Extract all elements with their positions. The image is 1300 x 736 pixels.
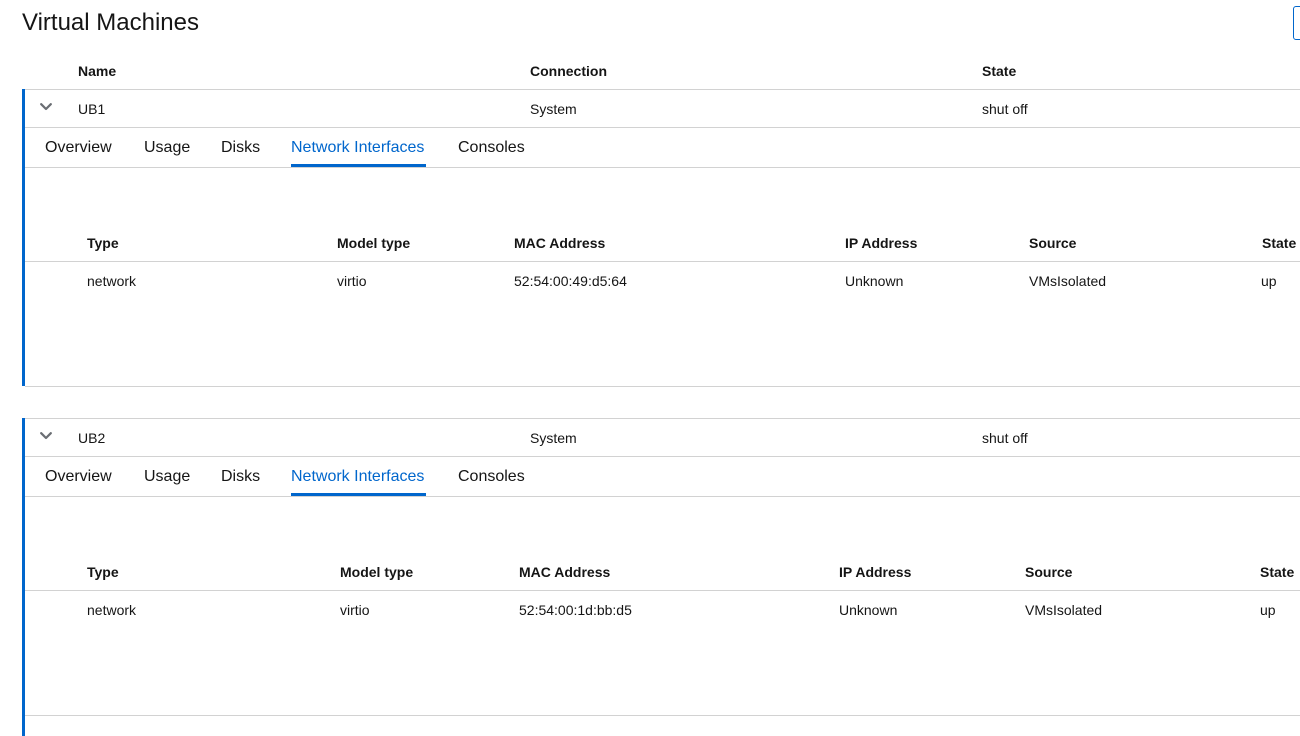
nic-ip-address: Unknown bbox=[839, 602, 898, 618]
page-title: Virtual Machines bbox=[22, 9, 199, 36]
nic-column-ip-address: IP Address bbox=[839, 564, 912, 580]
tab-usage[interactable]: Usage bbox=[144, 468, 190, 486]
nic-state: up bbox=[1261, 273, 1277, 289]
nic-column-model-type: Model type bbox=[340, 564, 414, 580]
tabs-divider bbox=[25, 496, 1300, 497]
row-divider bbox=[25, 715, 1300, 716]
nic-state: up bbox=[1260, 602, 1276, 618]
expanded-row-accent bbox=[22, 89, 25, 386]
nic-header-divider bbox=[25, 261, 1300, 262]
nic-column-type: Type bbox=[87, 235, 119, 251]
tab-network-interfaces[interactable]: Network Interfaces bbox=[291, 468, 424, 486]
column-header-connection[interactable]: Connection bbox=[530, 63, 607, 79]
row-divider bbox=[25, 386, 1300, 387]
vm-name-link[interactable]: UB1 bbox=[78, 101, 105, 117]
tab-usage[interactable]: Usage bbox=[144, 139, 190, 157]
nic-source: VMsIsolated bbox=[1025, 602, 1103, 618]
tab-overview[interactable]: Overview bbox=[45, 139, 112, 157]
tabs-divider bbox=[25, 167, 1300, 168]
vm-state: shut off bbox=[982, 101, 1028, 117]
vm-state: shut off bbox=[982, 430, 1028, 446]
nic-column-mac-address: MAC Address bbox=[514, 235, 606, 251]
nic-model-type: virtio bbox=[340, 602, 370, 618]
column-header-state[interactable]: State bbox=[982, 63, 1016, 79]
tab-overview[interactable]: Overview bbox=[45, 468, 112, 486]
chevron-down-icon bbox=[40, 432, 52, 440]
nic-ip-address: Unknown bbox=[845, 273, 904, 289]
row-divider bbox=[25, 418, 1300, 419]
row-divider bbox=[25, 456, 1300, 457]
expand-toggle-button[interactable] bbox=[37, 98, 55, 116]
column-header-name[interactable]: Name bbox=[78, 63, 116, 79]
page: Virtual Machines Name Connection State U… bbox=[0, 0, 1300, 736]
nic-column-source: Source bbox=[1029, 235, 1077, 251]
chevron-down-icon bbox=[40, 103, 52, 111]
nic-column-source: Source bbox=[1025, 564, 1073, 580]
row-divider bbox=[25, 89, 1300, 90]
tab-disks[interactable]: Disks bbox=[221, 468, 260, 486]
nic-mac-address: 52:54:00:1d:bb:d5 bbox=[519, 602, 632, 618]
nic-source: VMsIsolated bbox=[1029, 273, 1107, 289]
tab-consoles[interactable]: Consoles bbox=[458, 139, 525, 157]
vm-connection: System bbox=[530, 430, 577, 446]
vm-name-link[interactable]: UB2 bbox=[78, 430, 105, 446]
nic-column-model-type: Model type bbox=[337, 235, 411, 251]
nic-header-divider bbox=[25, 590, 1300, 591]
vm-row-group: UB1 System shut off Overview Usage Disks… bbox=[22, 89, 1300, 386]
nic-type: network bbox=[87, 273, 137, 289]
nic-column-ip-address: IP Address bbox=[845, 235, 918, 251]
nic-type: network bbox=[87, 602, 137, 618]
expanded-row-accent bbox=[22, 418, 25, 736]
row-divider bbox=[25, 127, 1300, 128]
tab-disks[interactable]: Disks bbox=[221, 139, 260, 157]
create-vm-button[interactable] bbox=[1293, 6, 1300, 40]
tab-network-interfaces[interactable]: Network Interfaces bbox=[291, 139, 424, 157]
expand-toggle-button[interactable] bbox=[37, 427, 55, 445]
tab-consoles[interactable]: Consoles bbox=[458, 468, 525, 486]
nic-model-type: virtio bbox=[337, 273, 367, 289]
nic-column-state: State bbox=[1260, 564, 1295, 580]
nic-mac-address: 52:54:00:49:d5:64 bbox=[514, 273, 627, 289]
vm-row-group: UB2 System shut off Overview Usage Disks… bbox=[22, 418, 1300, 736]
nic-column-mac-address: MAC Address bbox=[519, 564, 611, 580]
nic-column-state: State bbox=[1262, 235, 1297, 251]
nic-column-type: Type bbox=[87, 564, 119, 580]
vm-connection: System bbox=[530, 101, 577, 117]
